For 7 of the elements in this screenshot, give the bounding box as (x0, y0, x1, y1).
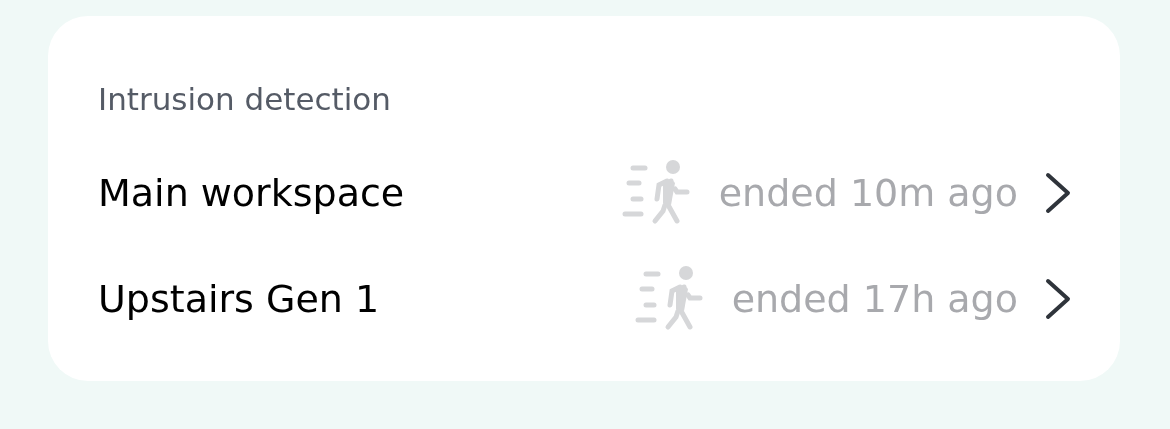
device-name: Upstairs Gen 1 (98, 277, 381, 321)
section-title: Intrusion detection (98, 84, 391, 115)
chevron-right-icon[interactable] (1044, 171, 1072, 215)
status-text: ended 17h ago (731, 277, 1018, 321)
status-text: ended 10m ago (718, 171, 1018, 215)
chevron-right-icon[interactable] (1044, 277, 1072, 321)
device-name: Main workspace (98, 171, 406, 215)
